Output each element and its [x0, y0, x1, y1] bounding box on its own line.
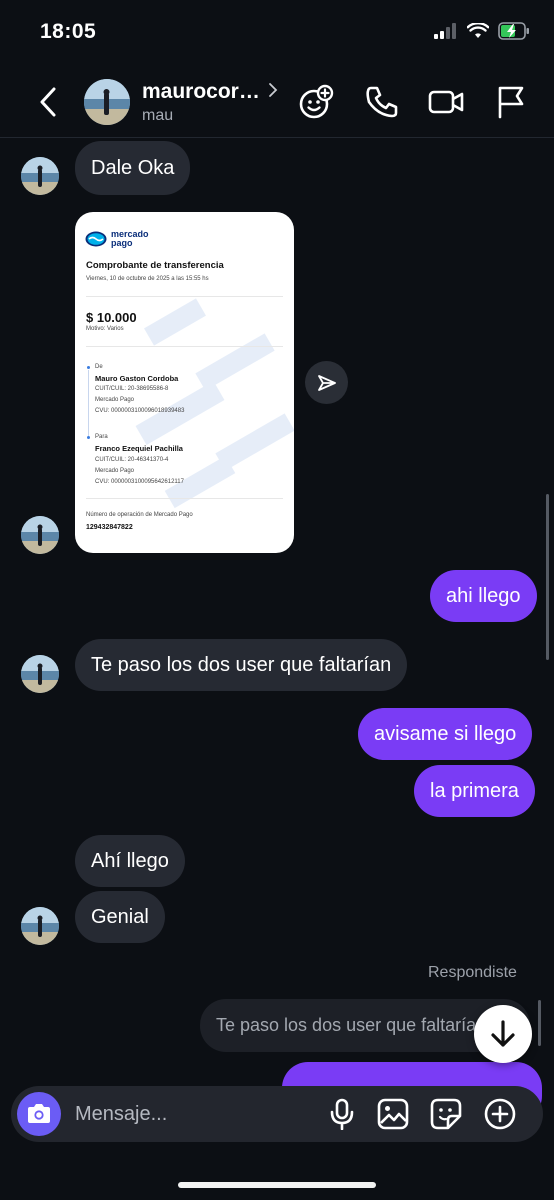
- timeline-line: [88, 370, 89, 436]
- send-icon: [317, 374, 336, 391]
- message-text: Genial: [91, 906, 149, 928]
- share-button[interactable]: [305, 361, 348, 404]
- status-bar: 18:05: [0, 0, 554, 66]
- sticker-icon[interactable]: [430, 1098, 462, 1130]
- arrow-down-icon: [491, 1020, 515, 1047]
- message-text: ahi llego: [446, 585, 521, 607]
- to-name: Franco Ezequiel Pachilla: [95, 444, 183, 453]
- phone-icon[interactable]: [364, 84, 400, 120]
- camera-icon: [28, 1104, 50, 1123]
- receipt-title: Comprobante de transferencia: [86, 260, 224, 271]
- home-indicator[interactable]: [178, 1182, 376, 1188]
- from-cuit: CUIT/CUIL: 20-38695586-8: [95, 386, 169, 392]
- message-text: la primera: [430, 780, 519, 802]
- message-bubble[interactable]: Ahí llego: [75, 835, 185, 887]
- contact-name[interactable]: maurocor…: [142, 80, 260, 104]
- from-label: De: [95, 364, 103, 370]
- message-input[interactable]: [75, 1086, 315, 1142]
- transfer-receipt-image[interactable]: mercado pago Comprobante de transferenci…: [75, 212, 294, 553]
- add-circle-icon[interactable]: [484, 1098, 516, 1130]
- to-cvu: CVU: 0000003100095642612117: [95, 479, 184, 485]
- microphone-icon[interactable]: [326, 1098, 358, 1130]
- message-composer: [11, 1086, 543, 1142]
- from-cvu: CVU: 0000003100096018939483: [95, 408, 185, 414]
- avatar[interactable]: [21, 516, 59, 554]
- contact-avatar[interactable]: [84, 79, 130, 125]
- operation-label: Número de operación de Mercado Pago: [86, 512, 193, 518]
- mercado-pago-logo: mercado pago: [85, 230, 149, 248]
- from-name: Mauro Gaston Cordoba: [95, 374, 179, 383]
- avatar[interactable]: [21, 655, 59, 693]
- chevron-right-icon[interactable]: [268, 82, 278, 98]
- status-icons: [434, 22, 530, 40]
- divider: [86, 296, 283, 297]
- scrollbar[interactable]: [546, 494, 549, 660]
- timeline-dot: [87, 366, 90, 369]
- reply-quote-text: Te paso los dos user que faltarían: [216, 1015, 487, 1035]
- operation-number: 129432847822: [86, 524, 133, 531]
- back-arrow-icon[interactable]: [34, 84, 62, 120]
- signal-icon: [434, 23, 456, 39]
- message-bubble[interactable]: Te paso los dos user que faltarían: [75, 639, 408, 691]
- effects-icon[interactable]: [298, 84, 334, 120]
- wifi-icon: [467, 23, 489, 38]
- message-bubble-sent[interactable]: ahi llego: [430, 570, 537, 622]
- brand-line-2: pago: [111, 238, 133, 248]
- avatar[interactable]: [21, 907, 59, 945]
- message-bubble-sent[interactable]: avisame si llego: [358, 708, 533, 760]
- battery-charging-icon: [498, 22, 529, 40]
- gallery-icon[interactable]: [377, 1098, 409, 1130]
- flag-icon[interactable]: [494, 84, 530, 120]
- message-bubble-sent[interactable]: la primera: [414, 765, 535, 817]
- receipt-amount: $ 10.000: [86, 310, 137, 325]
- replied-label: Respondiste: [428, 964, 517, 981]
- receipt-motivo: Motivo: Varios: [86, 326, 124, 332]
- watermark: [135, 298, 294, 509]
- to-cuit: CUIT/CUIL: 20-46341370-4: [95, 457, 169, 463]
- chat-header: maurocor… mau: [0, 66, 554, 138]
- status-time: 18:05: [40, 20, 97, 43]
- receipt-date: Viernes, 10 de octubre de 2025 a las 15:…: [86, 276, 209, 282]
- camera-button[interactable]: [17, 1092, 61, 1136]
- scrollbar-secondary[interactable]: [538, 1000, 541, 1046]
- avatar[interactable]: [21, 157, 59, 195]
- message-bubble[interactable]: Genial: [75, 891, 165, 943]
- contact-username: mau: [142, 107, 174, 124]
- message-text: avisame si llego: [374, 723, 517, 745]
- from-bank: Mercado Pago: [95, 397, 135, 403]
- to-label: Para: [95, 434, 108, 440]
- video-call-icon[interactable]: [428, 84, 464, 120]
- message-text: Dale Oka: [91, 157, 175, 179]
- divider: [86, 346, 283, 347]
- scroll-to-bottom-button[interactable]: [474, 1005, 532, 1063]
- message-bubble[interactable]: Dale Oka: [75, 141, 191, 195]
- message-text: Ahí llego: [91, 850, 169, 872]
- to-bank: Mercado Pago: [95, 468, 135, 474]
- handshake-icon: [85, 231, 107, 247]
- message-text: Te paso los dos user que faltarían: [91, 654, 392, 676]
- timeline-dot: [87, 436, 90, 439]
- divider: [86, 498, 283, 499]
